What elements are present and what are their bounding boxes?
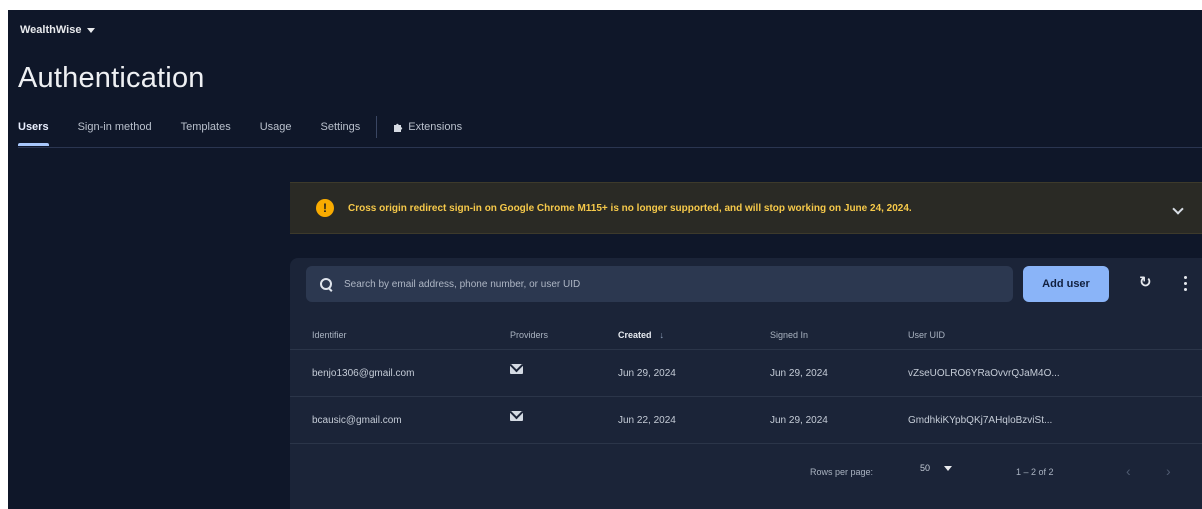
banner-message: Cross origin redirect sign-in on Google … xyxy=(348,202,912,214)
column-signed-in[interactable]: Signed In xyxy=(770,330,808,340)
table-row[interactable]: bcausic@gmail.com Jun 22, 2024 Jun 29, 2… xyxy=(290,398,1202,444)
refresh-icon[interactable]: ↻ xyxy=(1139,275,1153,290)
signed-in-cell: Jun 29, 2024 xyxy=(770,415,828,426)
next-page-icon[interactable]: › xyxy=(1166,463,1180,479)
column-created[interactable]: Created ↓ xyxy=(618,330,664,340)
uid-cell: vZseUOLRO6YRaOvvrQJaM4O... xyxy=(908,368,1060,379)
pagination: Rows per page: 50 1 – 2 of 2 ‹ › xyxy=(290,454,1202,490)
warning-banner: ! Cross origin redirect sign-in on Googl… xyxy=(290,182,1202,234)
chevron-down-icon[interactable] xyxy=(1172,203,1184,215)
signed-in-cell: Jun 29, 2024 xyxy=(770,368,828,379)
add-user-button[interactable]: Add user xyxy=(1023,266,1109,302)
rows-per-page-label: Rows per page: xyxy=(810,467,874,477)
project-switcher[interactable]: WealthWise xyxy=(20,24,96,36)
search-box[interactable] xyxy=(306,266,1013,302)
column-created-label: Created xyxy=(618,330,652,340)
users-toolbar: Add user ↻ xyxy=(306,266,1202,302)
rows-per-page-select[interactable]: 50 xyxy=(920,463,953,473)
created-cell: Jun 22, 2024 xyxy=(618,415,676,426)
tab-sign-in-method[interactable]: Sign-in method xyxy=(78,116,152,145)
column-user-uid[interactable]: User UID xyxy=(908,330,945,340)
page-title: Authentication xyxy=(18,62,205,94)
pagination-range: 1 – 2 of 2 xyxy=(1016,467,1054,477)
tab-bar: Users Sign-in method Templates Usage Set… xyxy=(18,116,1202,148)
tab-extensions-label: Extensions xyxy=(408,121,463,133)
identifier-cell: benjo1306@gmail.com xyxy=(312,368,415,379)
created-cell: Jun 29, 2024 xyxy=(618,368,676,379)
column-identifier[interactable]: Identifier xyxy=(312,330,347,340)
users-panel: Add user ↻ Identifier Providers Created ↓… xyxy=(290,258,1202,509)
caret-down-icon xyxy=(944,465,953,471)
mail-icon xyxy=(510,364,523,374)
auth-console: WealthWise Authentication Users Sign-in … xyxy=(8,10,1202,509)
column-providers[interactable]: Providers xyxy=(510,330,548,340)
caret-down-icon xyxy=(87,27,96,33)
tab-users[interactable]: Users xyxy=(18,116,49,146)
sort-arrow-down-icon[interactable]: ↓ xyxy=(660,330,665,340)
mail-icon xyxy=(510,411,523,421)
project-name: WealthWise xyxy=(20,24,82,36)
uid-cell: GmdhkiKYpbQKj7AHqloBzviSt... xyxy=(908,415,1053,426)
previous-page-icon[interactable]: ‹ xyxy=(1126,463,1140,479)
search-input[interactable] xyxy=(344,278,984,290)
tab-divider xyxy=(376,116,378,138)
search-icon xyxy=(320,278,332,290)
warning-icon: ! xyxy=(316,199,334,217)
tab-extensions[interactable]: Extensions xyxy=(393,116,462,145)
more-vert-icon[interactable] xyxy=(1184,276,1188,292)
table-header: Identifier Providers Created ↓ Signed In … xyxy=(290,318,1202,350)
puzzle-icon xyxy=(394,123,403,132)
tab-usage[interactable]: Usage xyxy=(260,116,292,145)
tab-settings[interactable]: Settings xyxy=(321,116,361,145)
identifier-cell: bcausic@gmail.com xyxy=(312,415,402,426)
table-row[interactable]: benjo1306@gmail.com Jun 29, 2024 Jun 29,… xyxy=(290,351,1202,397)
tab-templates[interactable]: Templates xyxy=(181,116,231,145)
rows-per-page-value: 50 xyxy=(920,463,931,473)
